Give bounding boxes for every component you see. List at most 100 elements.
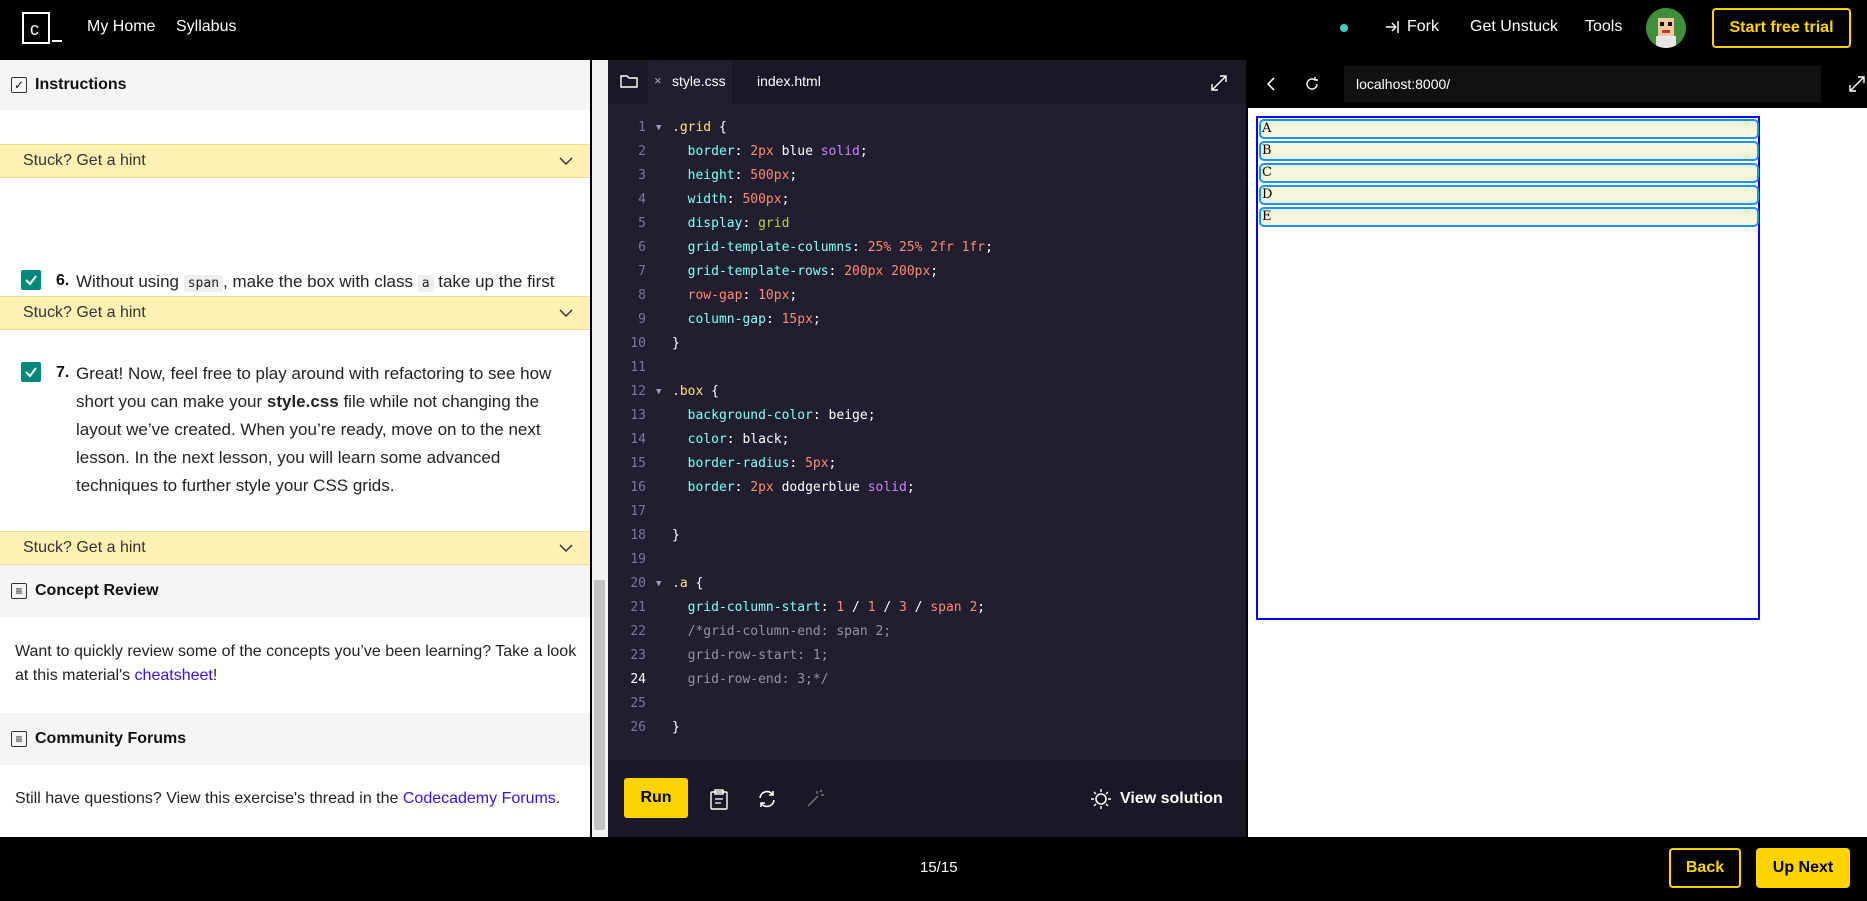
concept-review-text: Want to quickly review some of the conce… <box>15 643 577 684</box>
fork-label: Fork <box>1407 18 1439 35</box>
code-line: 12 ▼ .box { <box>630 384 719 399</box>
tools-button[interactable]: Tools <box>1585 18 1622 36</box>
tab-style-css-label[interactable]: style.css <box>672 73 726 89</box>
get-unstuck-button[interactable]: Get Unstuck <box>1470 18 1558 36</box>
code-line: 1 ▼ .grid { <box>638 120 727 135</box>
grid-demo: A B C D E <box>1256 116 1760 620</box>
code-line: 18} <box>630 528 680 543</box>
url-bar[interactable]: localhost:8000/ <box>1344 66 1821 102</box>
start-free-trial-button[interactable]: Start free trial <box>1712 8 1851 48</box>
grid-box-b: B <box>1259 141 1759 161</box>
code-line: 8 row-gap: 10px; <box>638 288 798 303</box>
code-line: 5 display: grid <box>638 216 790 231</box>
close-tab-icon[interactable]: × <box>654 73 662 88</box>
concept-review-header: ≡ Concept Review <box>0 565 590 617</box>
back-button[interactable]: Back <box>1669 848 1741 888</box>
code-line: 24 grid-row-end: 3;*/ <box>630 672 829 687</box>
hint-bar-1[interactable]: Stuck? Get a hint <box>0 144 590 178</box>
tab-index-html[interactable]: index.html <box>757 73 821 89</box>
clipboard-icon[interactable] <box>708 788 730 810</box>
code-line: 14 color: black; <box>630 432 790 447</box>
code-line: 11 <box>630 360 646 375</box>
code-line: 20 ▼ .a { <box>630 576 704 591</box>
instructions-panel: ✓ Instructions Stuck? Get a hint 6. With… <box>0 60 590 837</box>
code-line: 19 <box>630 552 646 567</box>
code-line: 21 grid-column-start: 1 / 1 / 3 / span 2… <box>630 600 986 615</box>
codecademy-logo-icon[interactable]: c <box>22 12 62 46</box>
task-number: 6. <box>56 272 70 289</box>
instructions-scrollbar[interactable] <box>592 60 608 837</box>
up-next-button[interactable]: Up Next <box>1756 848 1850 888</box>
cheatsheet-link[interactable]: cheatsheet <box>135 667 213 684</box>
reset-icon[interactable] <box>756 788 778 810</box>
nav-my-home[interactable]: My Home <box>87 18 155 36</box>
expand-icon[interactable] <box>1210 74 1228 92</box>
lightbulb-icon <box>1091 789 1111 809</box>
codecademy-forums-link[interactable]: Codecademy Forums <box>403 790 556 807</box>
run-button[interactable]: Run <box>624 778 688 818</box>
svg-text:c: c <box>30 19 39 39</box>
checked-checkbox-icon[interactable] <box>21 362 41 382</box>
code-editor: × style.css index.html 1 ▼ .grid { 2 borde… <box>608 60 1246 837</box>
avatar[interactable] <box>1646 8 1686 48</box>
view-solution-label: View solution <box>1120 790 1223 807</box>
document-icon: ≡ <box>11 583 27 599</box>
instructions-header[interactable]: ✓ Instructions <box>0 60 590 110</box>
view-solution-button[interactable]: View solution <box>1090 788 1223 810</box>
grid-box-c: C <box>1259 163 1759 183</box>
code-area[interactable]: 1 ▼ .grid { 2 border: 2px blue solid; 3 he… <box>608 116 1246 740</box>
fork-button[interactable]: Fork <box>1385 18 1439 36</box>
hint-bar-2[interactable]: Stuck? Get a hint <box>0 296 590 330</box>
chevron-down-icon <box>559 309 573 318</box>
code-line: 2 border: 2px blue solid; <box>638 144 868 159</box>
folder-icon[interactable] <box>620 73 638 89</box>
code-line: 16 border: 2px dodgerblue solid; <box>630 480 915 495</box>
checkbox-icon: ✓ <box>11 77 27 93</box>
hint-bar-3[interactable]: Stuck? Get a hint <box>0 531 590 565</box>
grid-box-d: D <box>1259 185 1759 205</box>
avatar-icon <box>1646 8 1686 48</box>
hint-label: Stuck? Get a hint <box>23 304 146 321</box>
code-line: 23 grid-row-start: 1; <box>630 648 829 663</box>
progress-indicator: 15/15 <box>920 859 958 876</box>
code-line: 4 width: 500px; <box>638 192 790 207</box>
checked-checkbox-icon[interactable] <box>21 270 41 290</box>
editor-toolbar: Run View solution <box>608 760 1246 837</box>
code-line: 17 <box>630 504 646 519</box>
code-line: 26} <box>630 720 680 735</box>
code-line: 25 <box>630 696 646 711</box>
forum-icon: ≡ <box>11 731 27 747</box>
status-dot-icon <box>1340 24 1348 32</box>
inline-code: span <box>183 275 224 292</box>
task-text: Great! Now, feel free to play around wit… <box>76 364 552 495</box>
top-nav: c My Home Syllabus Fork Get Unstuck Tool… <box>0 0 1867 60</box>
grid-box-e: E <box>1259 207 1759 227</box>
code-line: 10} <box>630 336 680 351</box>
editor-tabs: × style.css index.html <box>608 60 1246 104</box>
browser-toolbar: localhost:8000/ <box>1248 60 1867 108</box>
chevron-down-icon <box>559 544 573 553</box>
community-forums-title: Community Forums <box>35 730 187 747</box>
inline-bold: style.css <box>266 392 339 411</box>
chevron-down-icon <box>559 157 573 166</box>
concept-review-title: Concept Review <box>35 582 159 599</box>
task-number: 7. <box>56 364 70 381</box>
code-line: 22 /*grid-column-end: span 2; <box>630 624 892 639</box>
inline-code: a <box>417 275 434 292</box>
code-line: 15 border-radius: 5px; <box>630 456 837 471</box>
code-line: 7 grid-template-rows: 200px 200px; <box>638 264 939 279</box>
bottom-bar: 15/15 Back Up Next <box>0 837 1867 901</box>
instructions-title: Instructions <box>35 76 127 93</box>
disabled-wand-icon <box>807 789 824 807</box>
scrollbar-thumb[interactable] <box>594 580 605 830</box>
community-forums-text: Still have questions? View this exercise… <box>15 790 561 807</box>
hint-label: Stuck? Get a hint <box>23 539 146 556</box>
nav-syllabus[interactable]: Syllabus <box>176 18 236 36</box>
back-arrow-icon[interactable] <box>1264 76 1280 92</box>
code-line: 9 column-gap: 15px; <box>638 312 821 327</box>
hint-label: Stuck? Get a hint <box>23 152 146 169</box>
grid-box-a: A <box>1259 119 1759 139</box>
code-line: 3 height: 500px; <box>638 168 798 183</box>
expand-icon[interactable] <box>1848 75 1866 93</box>
refresh-icon[interactable] <box>1304 76 1320 92</box>
